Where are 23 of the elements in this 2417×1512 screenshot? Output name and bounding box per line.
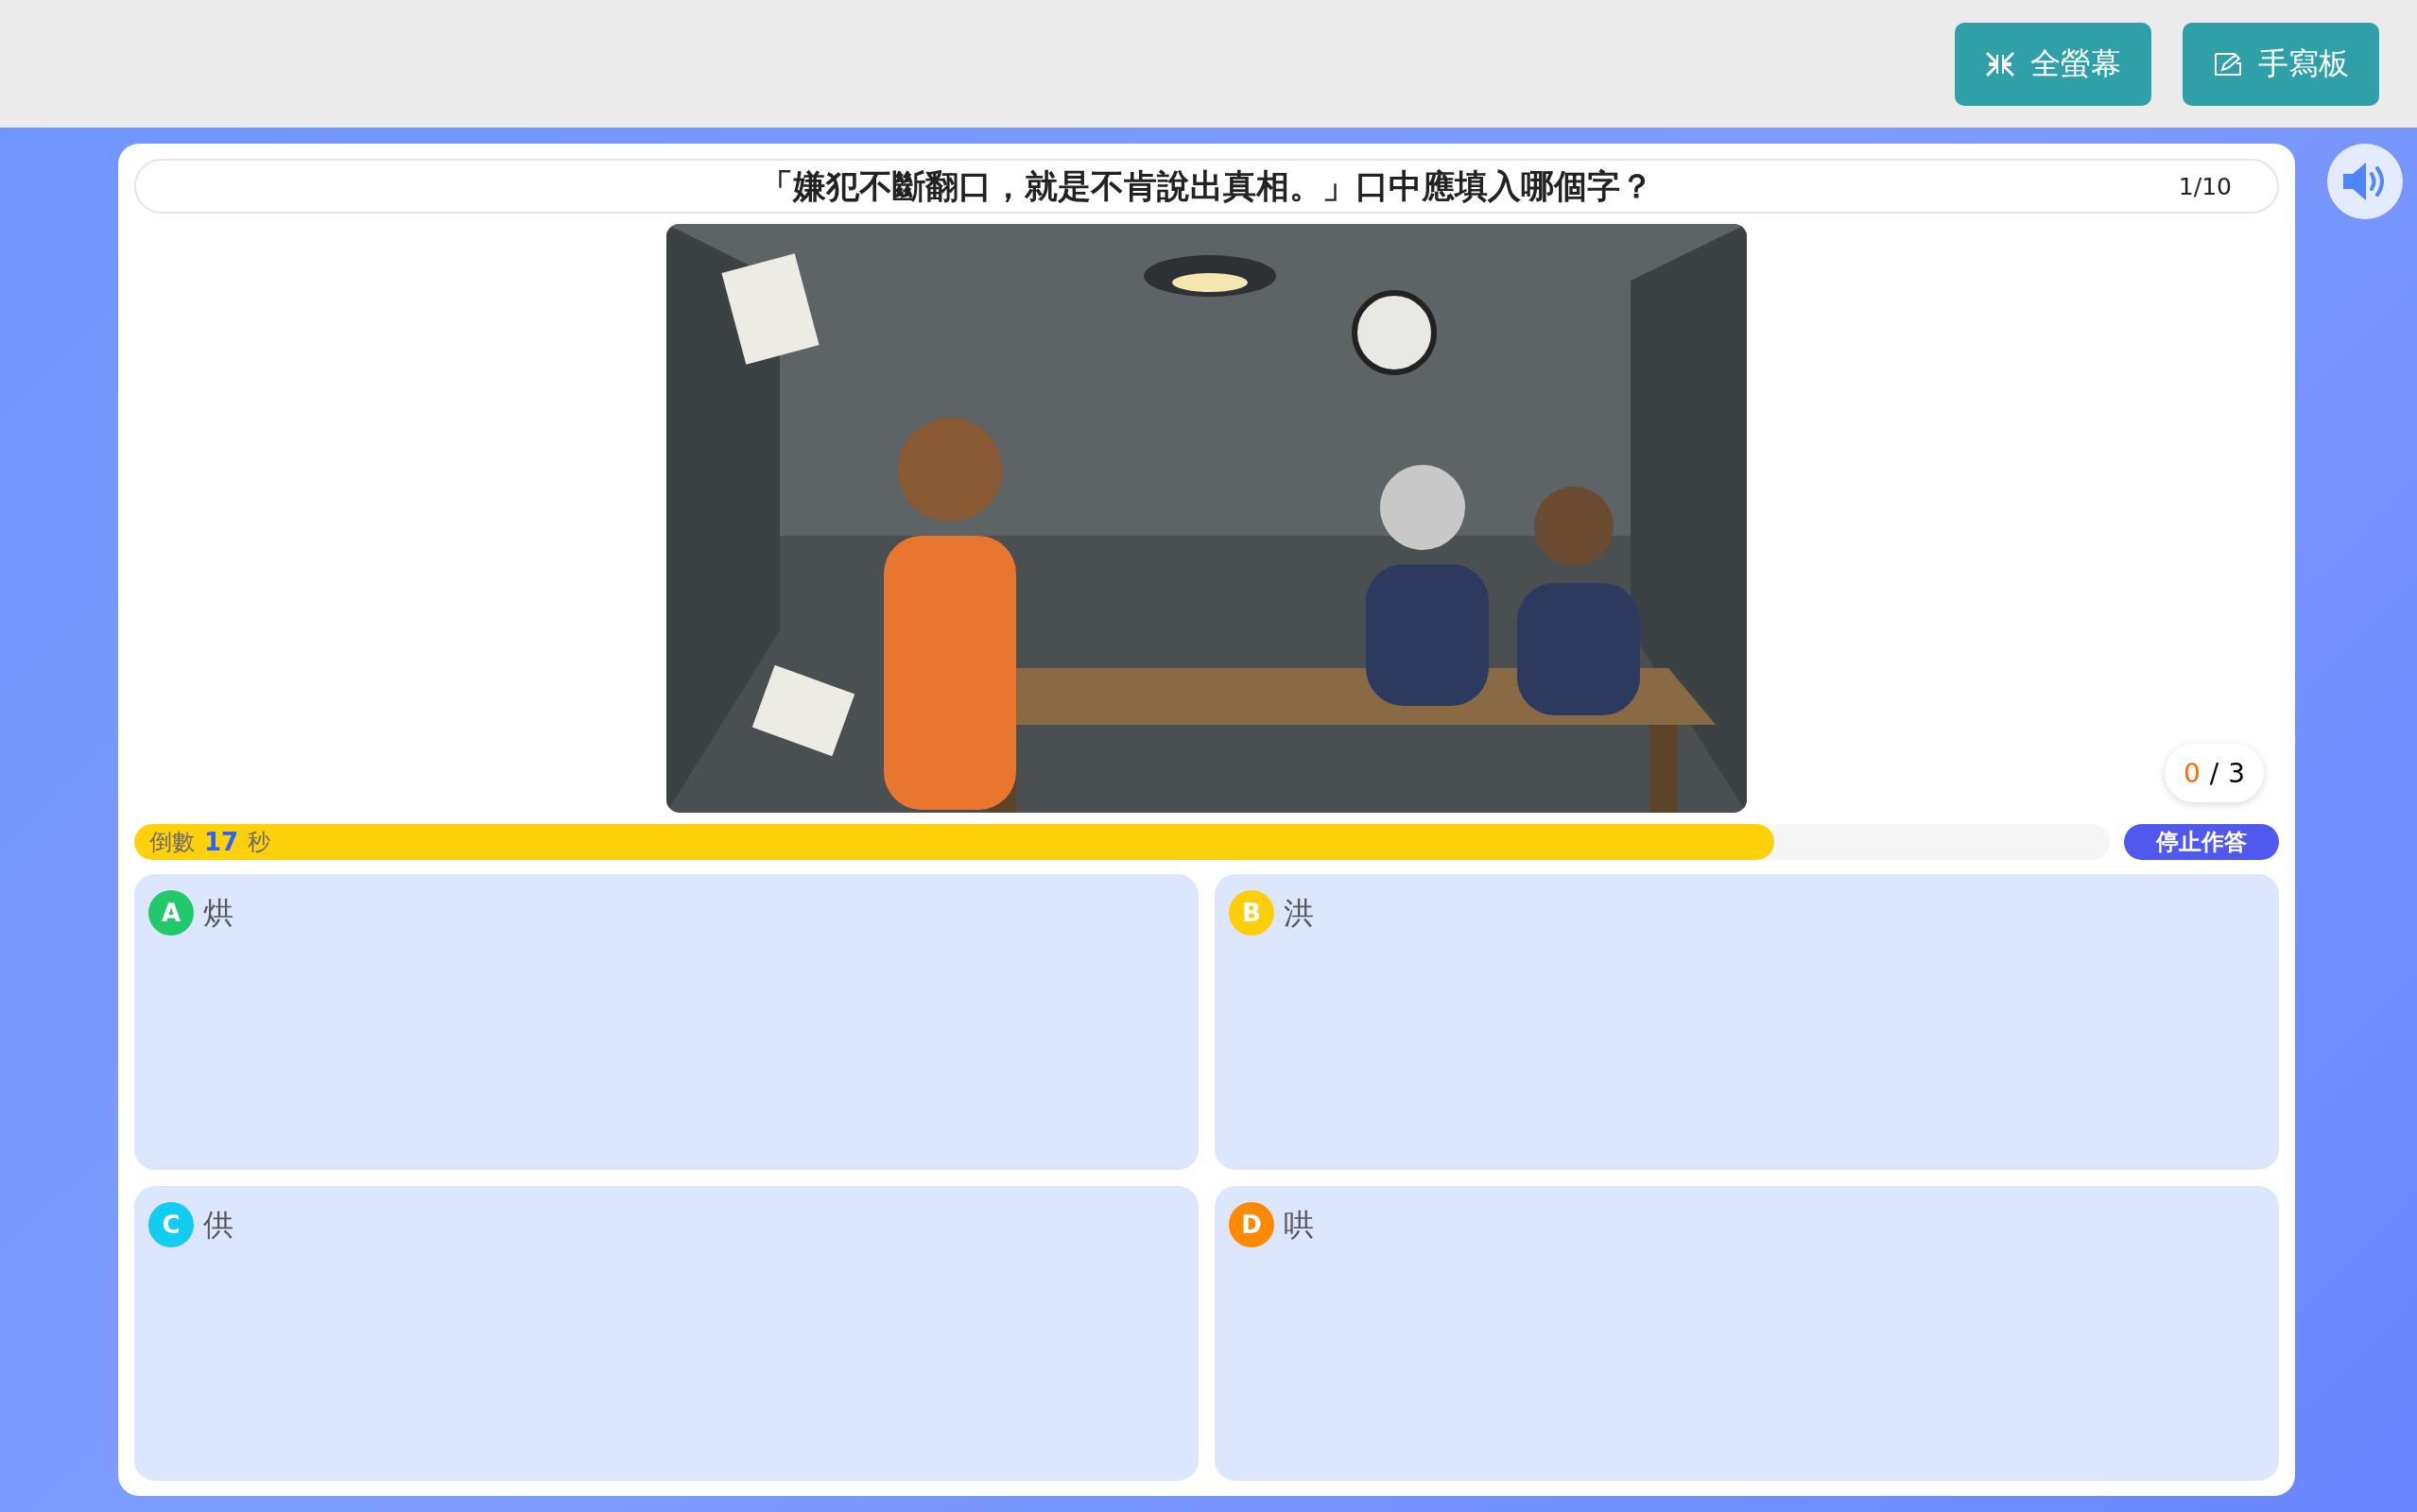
answer-option[interactable]: C 供 — [134, 1185, 1199, 1481]
option-text: 供 — [203, 1205, 233, 1245]
option-letter: C — [148, 1201, 194, 1247]
attempts-total: 3 — [2228, 757, 2246, 789]
option-letter: D — [1229, 1201, 1274, 1247]
answer-option[interactable]: D 哄 — [1215, 1185, 2279, 1481]
option-text: 烘 — [203, 894, 233, 933]
answer-option[interactable]: A 烘 — [134, 874, 1199, 1170]
question-text: 「嫌犯不斷翻口，就是不肯說出真相。」口中應填入哪個字？ — [760, 165, 1653, 207]
option-letter: A — [148, 890, 194, 936]
fullscreen-button[interactable]: 全螢幕 — [1955, 22, 2151, 106]
countdown-label: 倒數 — [149, 828, 195, 857]
countdown-unit: 秒 — [248, 828, 271, 857]
progress-counter: 1/10 — [2178, 172, 2232, 200]
countdown-seconds: 17 — [204, 828, 239, 856]
attempts-used: 0 — [2183, 757, 2201, 789]
option-text: 哄 — [1284, 1205, 1314, 1245]
answer-option[interactable]: B 洪 — [1215, 874, 2279, 1170]
stop-button[interactable]: 停止作答 — [2124, 824, 2279, 860]
option-letter: B — [1229, 890, 1274, 936]
handwriting-button[interactable]: 手寫板 — [2183, 22, 2379, 106]
attempts-separator: / — [2209, 757, 2219, 789]
option-text: 洪 — [1284, 894, 1314, 933]
